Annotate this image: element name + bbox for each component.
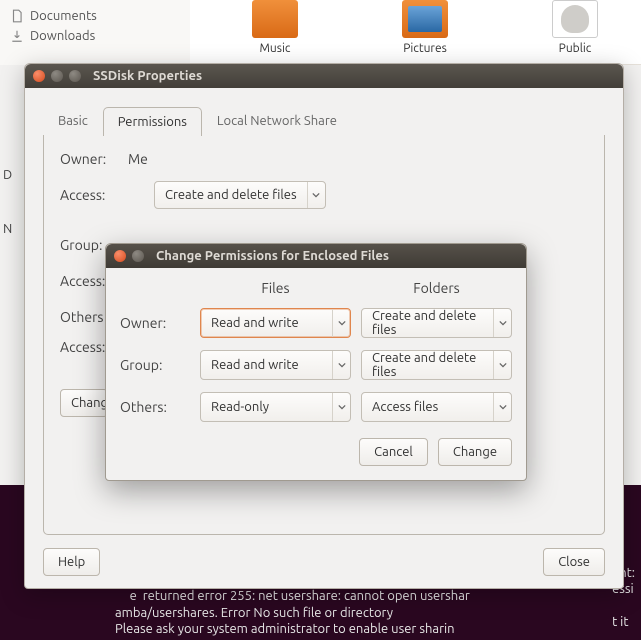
download-icon bbox=[10, 29, 24, 43]
owner-access-combo[interactable]: Create and delete files bbox=[154, 181, 326, 209]
window-title: SSDisk Properties bbox=[93, 69, 202, 83]
minimize-icon[interactable] bbox=[132, 250, 144, 262]
chevron-down-icon bbox=[307, 182, 325, 208]
owner-value: Me bbox=[128, 151, 148, 167]
maximize-icon[interactable] bbox=[69, 70, 81, 82]
chevron-down-icon bbox=[493, 393, 511, 421]
owner-label: Owner: bbox=[60, 151, 128, 167]
chevron-down-icon bbox=[332, 393, 350, 421]
tab-local-network-share[interactable]: Local Network Share bbox=[202, 106, 352, 135]
group-folders-combo[interactable]: Create and delete files bbox=[361, 350, 512, 380]
close-icon[interactable] bbox=[114, 250, 126, 262]
terminal-text: e returned error 255: net usershare: can… bbox=[115, 589, 470, 636]
folder-public[interactable]: Public bbox=[540, 0, 610, 55]
filemanager-sidebar: Documents Downloads bbox=[0, 0, 190, 65]
chevron-down-icon bbox=[493, 351, 511, 379]
public-icon bbox=[552, 0, 598, 38]
music-icon bbox=[252, 0, 298, 38]
close-icon[interactable] bbox=[33, 70, 45, 82]
folders-header: Folders bbox=[361, 280, 512, 296]
change-button[interactable]: Change bbox=[438, 438, 512, 466]
pictures-icon bbox=[402, 0, 448, 38]
folder-music[interactable]: Music bbox=[240, 0, 310, 55]
row-group-label: Group: bbox=[120, 357, 190, 373]
combo-value: Create and delete files bbox=[155, 188, 307, 202]
others-folders-combo[interactable]: Access files bbox=[361, 392, 512, 422]
dialog-title: Change Permissions for Enclosed Files bbox=[156, 249, 389, 263]
tabs: Basic Permissions Local Network Share bbox=[25, 88, 623, 135]
sidebar-item-documents[interactable]: Documents bbox=[10, 6, 180, 26]
sidebar-label: Downloads bbox=[30, 29, 95, 43]
files-header: Files bbox=[200, 280, 351, 296]
tab-basic[interactable]: Basic bbox=[43, 106, 103, 135]
dialog-titlebar[interactable]: Change Permissions for Enclosed Files bbox=[106, 244, 526, 268]
chevron-down-icon bbox=[332, 351, 350, 379]
properties-titlebar[interactable]: SSDisk Properties bbox=[25, 64, 623, 88]
filemanager-icons: Music Pictures Public bbox=[200, 0, 641, 55]
help-button[interactable]: Help bbox=[43, 548, 100, 576]
chevron-down-icon bbox=[332, 309, 350, 337]
chevron-down-icon bbox=[493, 309, 511, 337]
owner-files-combo[interactable]: Read and write bbox=[200, 308, 351, 338]
sidebar-item-downloads[interactable]: Downloads bbox=[10, 26, 180, 46]
group-files-combo[interactable]: Read and write bbox=[200, 350, 351, 380]
change-enclosed-button[interactable]: Change bbox=[60, 389, 108, 417]
owner-folders-combo[interactable]: Create and delete files bbox=[361, 308, 512, 338]
row-others-label: Others: bbox=[120, 399, 190, 415]
minimize-icon[interactable] bbox=[51, 70, 63, 82]
row-owner-label: Owner: bbox=[120, 315, 190, 331]
footer: Help Close bbox=[43, 548, 605, 576]
sidebar-label: Documents bbox=[30, 9, 97, 23]
tab-permissions[interactable]: Permissions bbox=[103, 107, 202, 136]
others-files-combo[interactable]: Read-only bbox=[200, 392, 351, 422]
folder-pictures[interactable]: Pictures bbox=[390, 0, 460, 55]
close-button[interactable]: Close bbox=[543, 548, 605, 576]
change-permissions-dialog: Change Permissions for Enclosed Files Fi… bbox=[105, 243, 527, 481]
cancel-button[interactable]: Cancel bbox=[359, 438, 428, 466]
dialog-body: Files Folders Owner: Read and write Crea… bbox=[106, 268, 526, 480]
bg-letters: D N bbox=[3, 168, 12, 276]
access-label: Access: bbox=[60, 187, 128, 203]
document-icon bbox=[10, 9, 24, 23]
